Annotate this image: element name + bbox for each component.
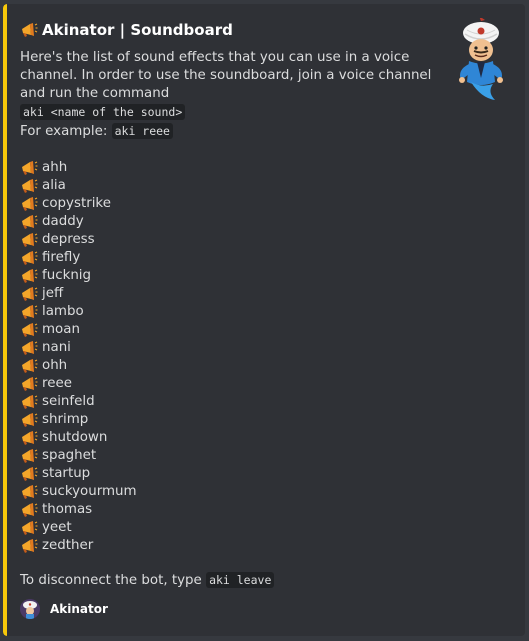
sound-name: firefly	[42, 250, 81, 265]
sound-name: suckyourmum	[42, 484, 137, 499]
loudspeaker-icon	[20, 375, 38, 393]
disconnect-prefix: To disconnect the bot, type	[20, 573, 202, 588]
loudspeaker-icon	[20, 231, 38, 249]
sound-name: depress	[42, 232, 95, 247]
sound-name: yeet	[42, 520, 72, 535]
loudspeaker-icon	[20, 21, 38, 39]
akinator-genie-icon	[449, 16, 513, 104]
embed-accent-bar	[3, 4, 7, 636]
sound-name: moan	[42, 322, 80, 337]
sound-item: zedther	[20, 537, 440, 555]
loudspeaker-icon	[20, 321, 38, 339]
akinator-avatar-icon	[20, 599, 40, 619]
sound-item: jeff	[20, 285, 440, 303]
sound-name: alia	[42, 178, 66, 193]
loudspeaker-icon	[20, 393, 38, 411]
loudspeaker-icon	[20, 519, 38, 537]
sound-name: copystrike	[42, 196, 111, 211]
sound-item: thomas	[20, 501, 440, 519]
loudspeaker-icon	[20, 339, 38, 357]
sound-item: firefly	[20, 249, 440, 267]
sound-item: copystrike	[20, 195, 440, 213]
loudspeaker-icon	[20, 483, 38, 501]
sound-name: shrimp	[42, 412, 89, 427]
loudspeaker-icon	[20, 159, 38, 177]
sound-item: shutdown	[20, 429, 440, 447]
sound-name: thomas	[42, 502, 93, 517]
sound-name: lambo	[42, 304, 84, 319]
sound-item: nani	[20, 339, 440, 357]
footer-name: Akinator	[50, 602, 108, 616]
loudspeaker-icon	[20, 465, 38, 483]
loudspeaker-icon	[20, 285, 38, 303]
sound-item: ohh	[20, 357, 440, 375]
sound-name: seinfeld	[42, 394, 95, 409]
loudspeaker-icon	[20, 267, 38, 285]
example-command: aki reee	[111, 123, 173, 139]
description-text: Here's the list of sound effects that yo…	[20, 50, 432, 101]
sound-name: zedther	[42, 538, 94, 553]
sound-item: fucknig	[20, 267, 440, 285]
command-template: aki <name of the sound>	[20, 104, 186, 120]
sound-item: spaghet	[20, 447, 440, 465]
sound-name: startup	[42, 466, 91, 481]
embed-title-text: Akinator | Soundboard	[42, 21, 233, 39]
sound-item: depress	[20, 231, 440, 249]
sound-item: ahh	[20, 159, 440, 177]
sound-name: ahh	[42, 160, 68, 175]
loudspeaker-icon	[20, 249, 38, 267]
loudspeaker-icon	[20, 411, 38, 429]
sound-item: startup	[20, 465, 440, 483]
loudspeaker-icon	[20, 537, 38, 555]
sound-name: nani	[42, 340, 71, 355]
sound-item: yeet	[20, 519, 440, 537]
embed-title: Akinator | Soundboard	[20, 19, 440, 41]
sound-name: shutdown	[42, 430, 108, 445]
loudspeaker-icon	[20, 447, 38, 465]
sound-item: alia	[20, 177, 440, 195]
example-prefix: For example:	[20, 124, 108, 139]
loudspeaker-icon	[20, 177, 38, 195]
sound-name: ohh	[42, 358, 68, 373]
sound-item: reee	[20, 375, 440, 393]
sound-name: daddy	[42, 214, 84, 229]
disconnect-command: aki leave	[206, 572, 275, 588]
loudspeaker-icon	[20, 357, 38, 375]
sound-item: lambo	[20, 303, 440, 321]
loudspeaker-icon	[20, 303, 38, 321]
embed-description: Here's the list of sound effects that yo…	[20, 49, 440, 141]
sound-list: ahh alia copystrike daddy depress firefly fuck…	[20, 159, 440, 555]
sound-name: reee	[42, 376, 72, 391]
embed-card: Akinator | Soundboard Here's the list of…	[3, 4, 525, 636]
sound-item: suckyourmum	[20, 483, 440, 501]
loudspeaker-icon	[20, 195, 38, 213]
sound-item: moan	[20, 321, 440, 339]
sound-item: shrimp	[20, 411, 440, 429]
sound-item: daddy	[20, 213, 440, 231]
sound-item: seinfeld	[20, 393, 440, 411]
embed-footer: Akinator	[20, 598, 440, 620]
loudspeaker-icon	[20, 213, 38, 231]
sound-name: spaghet	[42, 448, 97, 463]
sound-name: fucknig	[42, 268, 92, 283]
loudspeaker-icon	[20, 429, 38, 447]
sound-name: jeff	[42, 286, 64, 301]
disconnect-instruction: To disconnect the bot, type aki leave	[20, 571, 440, 590]
embed-body: Akinator | Soundboard Here's the list of…	[20, 19, 440, 620]
loudspeaker-icon	[20, 501, 38, 519]
